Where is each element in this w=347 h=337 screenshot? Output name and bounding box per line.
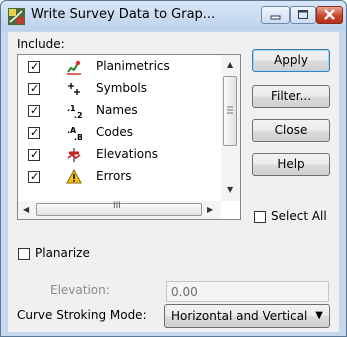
list-item-names[interactable]: ✓ .1 .2 Names bbox=[18, 100, 222, 122]
grip-icon bbox=[227, 106, 233, 114]
list-item-errors[interactable]: ✓ Errors bbox=[18, 166, 222, 188]
vertical-scroll-thumb[interactable] bbox=[223, 76, 237, 146]
list-item-codes[interactable]: ✓ .A .B Codes bbox=[18, 122, 222, 144]
list-item-label: Errors bbox=[96, 169, 132, 183]
list-item-label: Elevations bbox=[96, 147, 158, 161]
vertical-scrollbar[interactable]: ▲ ▼ bbox=[221, 55, 240, 201]
scroll-up-icon[interactable]: ▲ bbox=[227, 60, 233, 69]
close-window-button[interactable] bbox=[316, 6, 343, 24]
filter-button[interactable]: Filter... bbox=[252, 85, 330, 108]
horizontal-scroll-thumb[interactable]: III bbox=[36, 201, 202, 216]
window-title: Write Survey Data to Grap... bbox=[31, 7, 216, 22]
help-button[interactable]: Help bbox=[252, 153, 330, 176]
elevations-checkbox[interactable]: ✓ bbox=[28, 148, 40, 161]
codes-icon: .A .B bbox=[67, 126, 82, 141]
curve-stroking-mode-value: Horizontal and Vertical bbox=[171, 309, 308, 323]
close-button[interactable]: Close bbox=[252, 119, 330, 142]
names-icon: .1 .2 bbox=[67, 104, 82, 119]
chevron-down-icon: ▼ bbox=[315, 310, 323, 321]
scroll-left-icon[interactable]: ◀ bbox=[23, 205, 29, 214]
elevations-icon bbox=[67, 148, 81, 162]
errors-checkbox[interactable]: ✓ bbox=[28, 170, 40, 183]
include-list[interactable]: ✓ Planimetrics ✓ Symbols ✓ .1 .2 Names ✓… bbox=[17, 54, 241, 220]
svg-text:.B: .B bbox=[74, 133, 82, 141]
survey-data-icon bbox=[8, 8, 25, 25]
planimetrics-checkbox[interactable]: ✓ bbox=[28, 60, 40, 73]
list-item-symbols[interactable]: ✓ Symbols bbox=[18, 78, 222, 100]
codes-checkbox[interactable]: ✓ bbox=[28, 126, 40, 139]
grip-icon: III bbox=[113, 201, 121, 211]
dialog-body: Include: ✓ Planimetrics ✓ Symbols ✓ .1 .… bbox=[8, 32, 339, 332]
maximize-icon bbox=[298, 10, 308, 19]
close-icon bbox=[324, 9, 335, 20]
horizontal-scrollbar[interactable]: ◀ III ▶ bbox=[18, 201, 221, 219]
planimetrics-icon bbox=[67, 60, 81, 75]
svg-text:.2: .2 bbox=[74, 111, 82, 119]
planarize-checkbox[interactable] bbox=[18, 248, 30, 260]
names-checkbox[interactable]: ✓ bbox=[28, 104, 40, 117]
errors-icon bbox=[66, 169, 82, 184]
curve-stroking-mode-label: Curve Stroking Mode: bbox=[17, 308, 147, 322]
select-all-checkbox[interactable] bbox=[254, 211, 266, 223]
include-label: Include: bbox=[17, 37, 65, 51]
apply-button[interactable]: Apply bbox=[252, 49, 330, 72]
list-item-label: Planimetrics bbox=[96, 59, 170, 73]
list-item-planimetrics[interactable]: ✓ Planimetrics bbox=[18, 56, 222, 78]
minimize-icon bbox=[270, 15, 281, 20]
elevation-input[interactable]: 0.00 bbox=[166, 281, 329, 302]
select-all-label: Select All bbox=[271, 209, 327, 223]
symbols-icon bbox=[68, 83, 80, 95]
scroll-down-icon[interactable]: ▼ bbox=[227, 185, 233, 194]
dialog-window: Write Survey Data to Grap... Include: ✓ bbox=[0, 0, 347, 337]
list-item-label: Symbols bbox=[96, 81, 147, 95]
planarize-label: Planarize bbox=[35, 246, 90, 260]
curve-stroking-mode-select[interactable]: Horizontal and Vertical ▼ bbox=[164, 304, 330, 328]
list-item-label: Names bbox=[96, 103, 138, 117]
list-item-label: Codes bbox=[96, 125, 133, 139]
maximize-button[interactable] bbox=[290, 6, 316, 24]
minimize-button[interactable] bbox=[261, 6, 290, 24]
title-bar[interactable]: Write Survey Data to Grap... bbox=[1, 1, 346, 31]
scroll-right-icon[interactable]: ▶ bbox=[207, 205, 213, 214]
elevation-label: Elevation: bbox=[50, 283, 110, 297]
list-item-elevations[interactable]: ✓ Elevations bbox=[18, 144, 222, 166]
symbols-checkbox[interactable]: ✓ bbox=[28, 82, 40, 95]
